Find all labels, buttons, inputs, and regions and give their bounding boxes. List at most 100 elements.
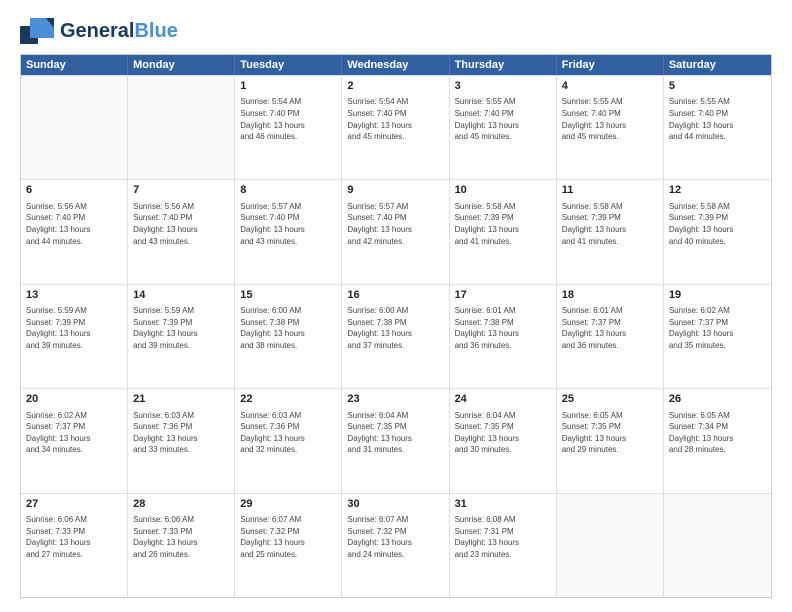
calendar-day-10: 10 Sunrise: 5:58 AM Sunset: 7:39 PM Dayli… [450, 180, 557, 283]
calendar-day-30: 30 Sunrise: 6:07 AM Sunset: 7:32 PM Dayli… [342, 494, 449, 597]
calendar-day-18: 18 Sunrise: 6:01 AM Sunset: 7:37 PM Dayli… [557, 285, 664, 388]
day-info: Sunrise: 6:00 AM Sunset: 7:38 PM Dayligh… [347, 305, 443, 351]
day-info: Sunrise: 6:07 AM Sunset: 7:32 PM Dayligh… [347, 514, 443, 560]
day-info: Sunrise: 5:59 AM Sunset: 7:39 PM Dayligh… [26, 305, 122, 351]
calendar-day-8: 8 Sunrise: 5:57 AM Sunset: 7:40 PM Daylig… [235, 180, 342, 283]
day-number: 9 [347, 183, 443, 198]
day-info: Sunrise: 5:59 AM Sunset: 7:39 PM Dayligh… [133, 305, 229, 351]
day-number: 28 [133, 497, 229, 512]
day-info: Sunrise: 5:54 AM Sunset: 7:40 PM Dayligh… [240, 96, 336, 142]
day-number: 30 [347, 497, 443, 512]
calendar-day-22: 22 Sunrise: 6:03 AM Sunset: 7:36 PM Dayli… [235, 389, 342, 492]
day-number: 4 [562, 79, 658, 94]
day-number: 8 [240, 183, 336, 198]
day-number: 13 [26, 288, 122, 303]
day-number: 1 [240, 79, 336, 94]
day-number: 22 [240, 392, 336, 407]
calendar-day-13: 13 Sunrise: 5:59 AM Sunset: 7:39 PM Dayli… [21, 285, 128, 388]
calendar-day-9: 9Sunrise: 5:57 AM Sunset: 7:40 PM Daylig… [342, 180, 449, 283]
day-info: Sunrise: 5:58 AM Sunset: 7:39 PM Dayligh… [455, 201, 551, 247]
day-info: Sunrise: 5:57 AM Sunset: 7:40 PM Dayligh… [240, 201, 336, 247]
day-header-friday: Friday [557, 55, 664, 75]
calendar-day-empty [128, 76, 235, 179]
day-info: Sunrise: 6:02 AM Sunset: 7:37 PM Dayligh… [26, 410, 122, 456]
calendar-day-4: 4 Sunrise: 5:55 AM Sunset: 7:40 PM Daylig… [557, 76, 664, 179]
day-number: 21 [133, 392, 229, 407]
calendar-day-16: 16 Sunrise: 6:00 AM Sunset: 7:38 PM Dayli… [342, 285, 449, 388]
day-header-tuesday: Tuesday [235, 55, 342, 75]
day-info: Sunrise: 6:07 AM Sunset: 7:32 PM Dayligh… [240, 514, 336, 560]
calendar-day-19: 19 Sunrise: 6:02 AM Sunset: 7:37 PM Dayli… [664, 285, 771, 388]
day-number: 2 [347, 79, 443, 94]
day-number: 23 [347, 392, 443, 407]
day-number: 10 [455, 183, 551, 198]
day-number: 31 [455, 497, 551, 512]
calendar: SundayMondayTuesdayWednesdayThursdayFrid… [20, 54, 772, 598]
day-number: 5 [669, 79, 766, 94]
day-number: 15 [240, 288, 336, 303]
calendar-day-24: 24 Sunrise: 6:04 AM Sunset: 7:35 PM Dayli… [450, 389, 557, 492]
day-info: Sunrise: 6:03 AM Sunset: 7:36 PM Dayligh… [240, 410, 336, 456]
calendar-day-28: 28 Sunrise: 6:06 AM Sunset: 7:33 PM Dayli… [128, 494, 235, 597]
calendar-day-1: 1 Sunrise: 5:54 AM Sunset: 7:40 PM Daylig… [235, 76, 342, 179]
calendar-day-11: 11 Sunrise: 5:58 AM Sunset: 7:39 PM Dayli… [557, 180, 664, 283]
day-info: Sunrise: 6:02 AM Sunset: 7:37 PM Dayligh… [669, 305, 766, 351]
day-info: Sunrise: 5:56 AM Sunset: 7:40 PM Dayligh… [133, 201, 229, 247]
calendar-day-15: 15Sunrise: 6:00 AM Sunset: 7:38 PM Dayli… [235, 285, 342, 388]
calendar-day-26: 26Sunrise: 6:05 AM Sunset: 7:34 PM Dayli… [664, 389, 771, 492]
calendar-day-27: 27Sunrise: 6:06 AM Sunset: 7:33 PM Dayli… [21, 494, 128, 597]
day-number: 19 [669, 288, 766, 303]
day-number: 24 [455, 392, 551, 407]
day-header-thursday: Thursday [450, 55, 557, 75]
day-header-monday: Monday [128, 55, 235, 75]
day-info: Sunrise: 5:54 AM Sunset: 7:40 PM Dayligh… [347, 96, 443, 142]
calendar-day-20: 20 Sunrise: 6:02 AM Sunset: 7:37 PM Dayli… [21, 389, 128, 492]
calendar-day-25: 25 Sunrise: 6:05 AM Sunset: 7:35 PM Dayli… [557, 389, 664, 492]
day-info: Sunrise: 6:01 AM Sunset: 7:37 PM Dayligh… [562, 305, 658, 351]
day-info: Sunrise: 5:58 AM Sunset: 7:39 PM Dayligh… [669, 201, 766, 247]
calendar-day-21: 21Sunrise: 6:03 AM Sunset: 7:36 PM Dayli… [128, 389, 235, 492]
day-info: Sunrise: 6:05 AM Sunset: 7:34 PM Dayligh… [669, 410, 766, 456]
calendar-body: 1 Sunrise: 5:54 AM Sunset: 7:40 PM Daylig… [21, 75, 771, 597]
day-info: Sunrise: 6:08 AM Sunset: 7:31 PM Dayligh… [455, 514, 551, 560]
calendar-day-empty [557, 494, 664, 597]
day-info: Sunrise: 6:04 AM Sunset: 7:35 PM Dayligh… [455, 410, 551, 456]
calendar-day-empty [21, 76, 128, 179]
calendar-week-5: 27Sunrise: 6:06 AM Sunset: 7:33 PM Dayli… [21, 493, 771, 597]
day-info: Sunrise: 5:55 AM Sunset: 7:40 PM Dayligh… [669, 96, 766, 142]
day-info: Sunrise: 6:05 AM Sunset: 7:35 PM Dayligh… [562, 410, 658, 456]
calendar-day-29: 29 Sunrise: 6:07 AM Sunset: 7:32 PM Dayli… [235, 494, 342, 597]
day-number: 7 [133, 183, 229, 198]
day-number: 11 [562, 183, 658, 198]
day-number: 3 [455, 79, 551, 94]
day-number: 29 [240, 497, 336, 512]
calendar-day-12: 12 Sunrise: 5:58 AM Sunset: 7:39 PM Dayli… [664, 180, 771, 283]
calendar-week-4: 20 Sunrise: 6:02 AM Sunset: 7:37 PM Dayli… [21, 388, 771, 492]
day-number: 18 [562, 288, 658, 303]
calendar-week-3: 13 Sunrise: 5:59 AM Sunset: 7:39 PM Dayli… [21, 284, 771, 388]
day-info: Sunrise: 5:58 AM Sunset: 7:39 PM Dayligh… [562, 201, 658, 247]
day-info: Sunrise: 6:06 AM Sunset: 7:33 PM Dayligh… [133, 514, 229, 560]
calendar-day-14: 14 Sunrise: 5:59 AM Sunset: 7:39 PM Dayli… [128, 285, 235, 388]
day-number: 14 [133, 288, 229, 303]
day-info: Sunrise: 5:56 AM Sunset: 7:40 PM Dayligh… [26, 201, 122, 247]
day-number: 6 [26, 183, 122, 198]
logo-icon [20, 18, 54, 44]
day-header-sunday: Sunday [21, 55, 128, 75]
calendar-day-23: 23Sunrise: 6:04 AM Sunset: 7:35 PM Dayli… [342, 389, 449, 492]
day-info: Sunrise: 5:55 AM Sunset: 7:40 PM Dayligh… [562, 96, 658, 142]
calendar-week-2: 6 Sunrise: 5:56 AM Sunset: 7:40 PM Daylig… [21, 179, 771, 283]
calendar-day-17: 17Sunrise: 6:01 AM Sunset: 7:38 PM Dayli… [450, 285, 557, 388]
day-number: 12 [669, 183, 766, 198]
day-info: Sunrise: 6:06 AM Sunset: 7:33 PM Dayligh… [26, 514, 122, 560]
logo: GeneralBlue [20, 18, 178, 44]
day-number: 25 [562, 392, 658, 407]
calendar-day-2: 2 Sunrise: 5:54 AM Sunset: 7:40 PM Daylig… [342, 76, 449, 179]
day-header-saturday: Saturday [664, 55, 771, 75]
calendar-day-5: 5 Sunrise: 5:55 AM Sunset: 7:40 PM Daylig… [664, 76, 771, 179]
day-number: 20 [26, 392, 122, 407]
calendar-day-3: 3Sunrise: 5:55 AM Sunset: 7:40 PM Daylig… [450, 76, 557, 179]
calendar-week-1: 1 Sunrise: 5:54 AM Sunset: 7:40 PM Daylig… [21, 75, 771, 179]
day-number: 16 [347, 288, 443, 303]
day-info: Sunrise: 6:01 AM Sunset: 7:38 PM Dayligh… [455, 305, 551, 351]
